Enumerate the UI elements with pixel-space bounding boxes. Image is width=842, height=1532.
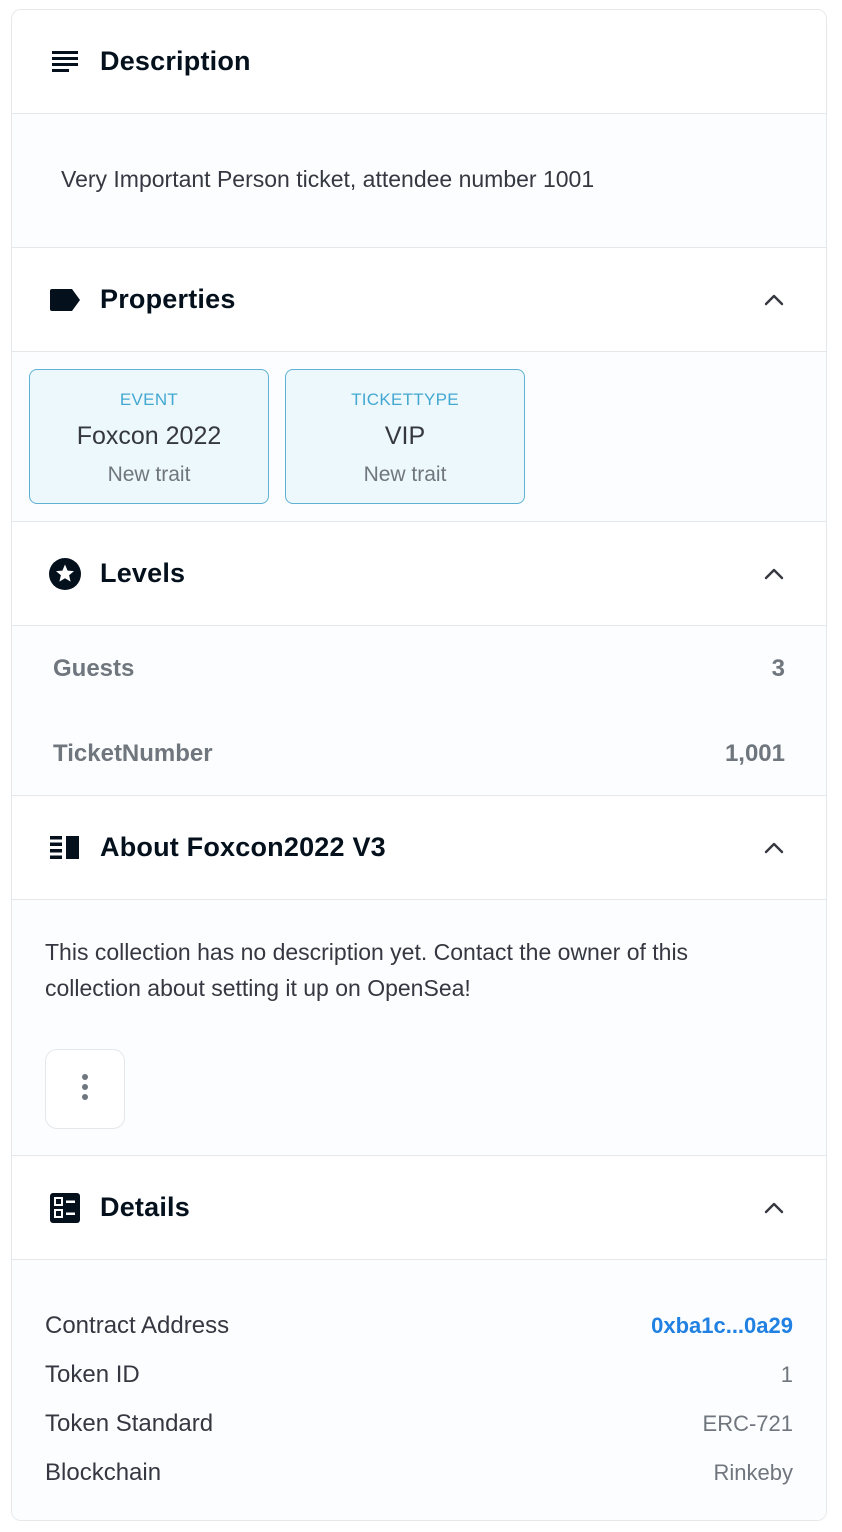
level-name: TicketNumber <box>53 740 213 767</box>
detail-key: Token Standard <box>45 1409 214 1437</box>
detail-key: Blockchain <box>45 1458 162 1486</box>
trait-value: VIP <box>384 422 426 450</box>
about-title: About Foxcon2022 V3 <box>100 832 386 862</box>
detail-value: ERC-721 <box>702 1410 793 1436</box>
level-row: Guests 3 <box>53 626 785 712</box>
contract-address-link[interactable]: 0xba1c...0a29 <box>651 1313 793 1339</box>
about-header[interactable]: About Foxcon2022 V3 <box>12 796 826 900</box>
detail-key: Contract Address <box>45 1311 230 1339</box>
properties-title: Properties <box>100 284 236 314</box>
description-header[interactable]: Description <box>12 10 826 114</box>
star-circle-icon <box>48 557 82 591</box>
levels-body: Guests 3 TicketNumber 1,001 <box>12 626 826 796</box>
levels-title: Levels <box>100 558 186 588</box>
level-value: 3 <box>771 655 785 682</box>
description-title: Description <box>100 46 251 76</box>
detail-row-token-standard: Token Standard ERC-721 <box>45 1399 793 1448</box>
properties-header[interactable]: Properties <box>12 248 826 352</box>
description-body: Very Important Person ticket, attendee n… <box>12 114 826 248</box>
detail-key: Token ID <box>45 1360 140 1388</box>
details-header[interactable]: Details <box>12 1156 826 1260</box>
chevron-up-icon[interactable] <box>762 1196 786 1220</box>
trait-type: EVENT <box>119 390 179 409</box>
trait-card-event[interactable]: EVENT Foxcon 2022 New trait <box>29 369 269 504</box>
more-options-button[interactable] <box>45 1049 125 1129</box>
properties-body: EVENT Foxcon 2022 New trait TICKETTYPE V… <box>12 352 826 522</box>
trait-value: Foxcon 2022 <box>76 422 222 450</box>
trait-rarity: New trait <box>363 463 447 486</box>
description-text: Very Important Person ticket, attendee n… <box>61 166 595 192</box>
about-body: This collection has no description yet. … <box>12 900 826 1156</box>
about-text: This collection has no description yet. … <box>45 939 689 1001</box>
levels-header[interactable]: Levels <box>12 522 826 626</box>
detail-value: Rinkeby <box>713 1459 793 1485</box>
more-vertical-icon <box>81 1073 89 1106</box>
chevron-up-icon[interactable] <box>762 562 786 586</box>
ballot-icon <box>48 1191 82 1225</box>
detail-value: 1 <box>780 1361 793 1387</box>
details-title: Details <box>100 1192 190 1222</box>
chevron-up-icon[interactable] <box>762 836 786 860</box>
chevron-up-icon[interactable] <box>762 288 786 312</box>
detail-row-blockchain: Blockchain Rinkeby <box>45 1448 793 1497</box>
label-tag-icon <box>48 283 82 317</box>
details-body: Contract Address 0xba1c...0a29 Token ID … <box>12 1260 826 1520</box>
item-details-panel: Description Very Important Person ticket… <box>11 9 827 1521</box>
trait-rarity: New trait <box>107 463 191 486</box>
level-value: 1,001 <box>724 740 785 767</box>
level-row: TicketNumber 1,001 <box>53 712 785 796</box>
trait-card-tickettype[interactable]: TICKETTYPE VIP New trait <box>285 369 525 504</box>
level-name: Guests <box>53 655 135 682</box>
detail-row-contract-address: Contract Address 0xba1c...0a29 <box>45 1301 793 1350</box>
trait-type: TICKETTYPE <box>351 390 459 409</box>
vertical-split-icon <box>48 831 82 865</box>
detail-row-token-id: Token ID 1 <box>45 1350 793 1399</box>
subject-lines-icon <box>48 45 82 79</box>
